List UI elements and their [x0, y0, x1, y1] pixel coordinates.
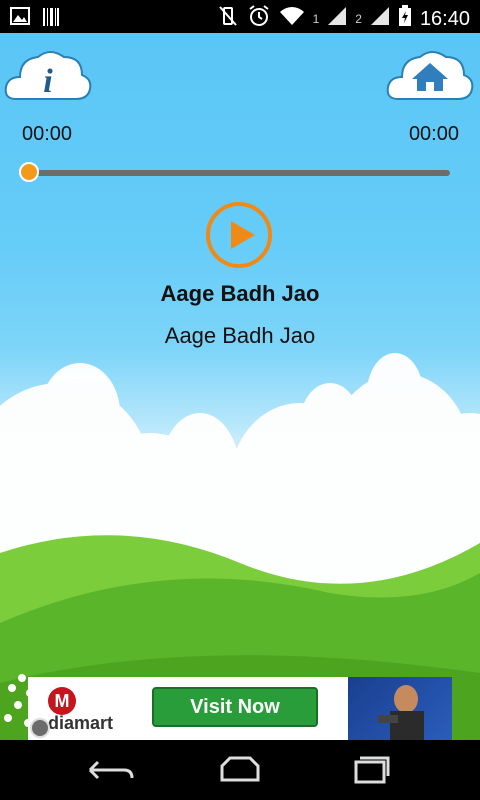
alarm-icon [247, 4, 271, 34]
song-subtitle: Aage Badh Jao [164, 323, 316, 348]
nav-home-button[interactable] [210, 752, 270, 788]
svg-text:M: M [55, 691, 70, 711]
recent-apps-button[interactable] [340, 752, 400, 788]
barcode-icon [42, 7, 60, 32]
seek-bar[interactable] [19, 162, 450, 182]
navigation-bar [0, 740, 480, 800]
visit-now-button[interactable]: Visit Now [152, 687, 318, 727]
seek-thumb[interactable] [19, 162, 39, 182]
total-time: 00:00 [408, 123, 459, 145]
info-button[interactable]: i [4, 45, 92, 109]
signal-icon-2 [370, 6, 390, 32]
info-icon: i [4, 51, 92, 100]
status-bar: 1 2 16:40 [0, 0, 480, 33]
home-icon [220, 756, 260, 782]
home-button[interactable] [386, 45, 474, 109]
battery-icon [398, 5, 412, 33]
indiamart-logo: M diamart [36, 683, 156, 733]
gallery-icon [10, 7, 30, 32]
app-screen: i 00:00 00:00 Aage Badh Jao Aage Badh Ja… [0, 33, 480, 740]
current-time: 00:00 [22, 123, 73, 145]
status-time: 16:40 [419, 7, 470, 30]
svg-text:i: i [43, 63, 53, 100]
seek-track [22, 170, 450, 176]
song-title: Aage Badh Jao [160, 281, 320, 306]
play-icon [206, 202, 272, 268]
signal-icon [327, 6, 347, 32]
home-icon [386, 51, 474, 100]
sim1-label: 1 [312, 12, 320, 26]
recent-apps-icon [354, 756, 390, 784]
svg-text:diamart: diamart [48, 713, 113, 733]
play-button[interactable] [205, 201, 273, 269]
ad-banner[interactable]: M diamart Visit Now [28, 677, 452, 740]
ad-info-icon[interactable] [30, 718, 50, 738]
back-icon [88, 760, 134, 780]
sim2-label: 2 [355, 12, 362, 26]
vibrate-off-icon [217, 5, 239, 33]
ad-person-image [348, 677, 452, 740]
back-button[interactable] [80, 752, 140, 788]
wifi-icon [279, 6, 305, 32]
